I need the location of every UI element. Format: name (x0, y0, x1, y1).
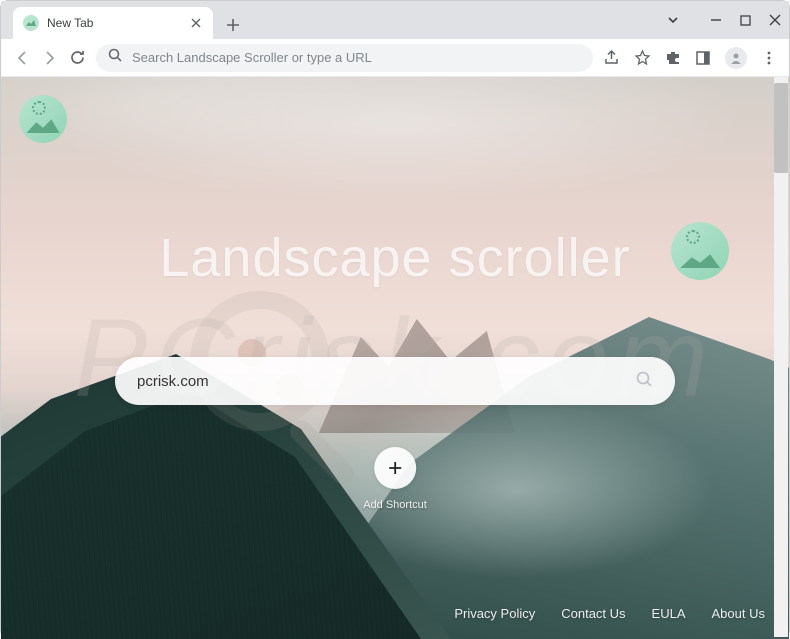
extensions-icon[interactable] (665, 50, 681, 66)
nav-back-icon[interactable] (13, 49, 31, 67)
window-titlebar: New Tab (1, 1, 789, 39)
search-icon (108, 48, 122, 67)
browser-tab[interactable]: New Tab (13, 7, 213, 39)
main-search-bar[interactable] (115, 357, 675, 405)
bookmark-star-icon[interactable] (634, 49, 651, 66)
hero-logo-icon (671, 222, 729, 280)
browser-toolbar: Search Landscape Scroller or type a URL (1, 39, 789, 77)
profile-icon[interactable] (725, 47, 747, 69)
add-shortcut-button[interactable] (374, 447, 416, 489)
footer-links: Privacy Policy Contact Us EULA About Us (454, 606, 765, 621)
footer-link-privacy[interactable]: Privacy Policy (454, 606, 535, 621)
background-clouds (1, 77, 789, 358)
address-bar[interactable]: Search Landscape Scroller or type a URL (96, 44, 593, 72)
page-title: Landscape scroller (159, 227, 630, 289)
menu-dots-icon[interactable] (761, 50, 777, 66)
tab-close-icon[interactable] (189, 15, 203, 31)
window-close-icon[interactable] (769, 14, 781, 26)
search-input[interactable] (137, 373, 635, 390)
window-maximize-icon[interactable] (740, 15, 751, 26)
footer-link-about[interactable]: About Us (712, 606, 765, 621)
add-shortcut-label: Add Shortcut (363, 499, 427, 511)
share-icon[interactable] (603, 49, 620, 66)
vertical-scrollbar[interactable] (774, 77, 788, 637)
nav-forward-icon[interactable] (41, 49, 59, 67)
page-content: PCrisk.com Landscape scroller Add Shortc… (1, 77, 789, 639)
search-submit-icon[interactable] (635, 370, 653, 393)
footer-link-contact[interactable]: Contact Us (561, 606, 625, 621)
scrollbar-thumb[interactable] (774, 83, 788, 173)
nav-reload-icon[interactable] (69, 49, 86, 66)
extension-logo-icon[interactable] (19, 95, 67, 143)
tab-search-chevron-icon[interactable] (666, 13, 680, 27)
tab-title: New Tab (47, 16, 189, 30)
window-minimize-icon[interactable] (710, 14, 722, 26)
add-shortcut: Add Shortcut (363, 447, 427, 511)
sidepanel-icon[interactable] (695, 50, 711, 66)
address-bar-placeholder: Search Landscape Scroller or type a URL (132, 50, 581, 65)
new-tab-button[interactable] (219, 11, 247, 39)
tab-favicon-icon (23, 15, 39, 31)
footer-link-eula[interactable]: EULA (652, 606, 686, 621)
